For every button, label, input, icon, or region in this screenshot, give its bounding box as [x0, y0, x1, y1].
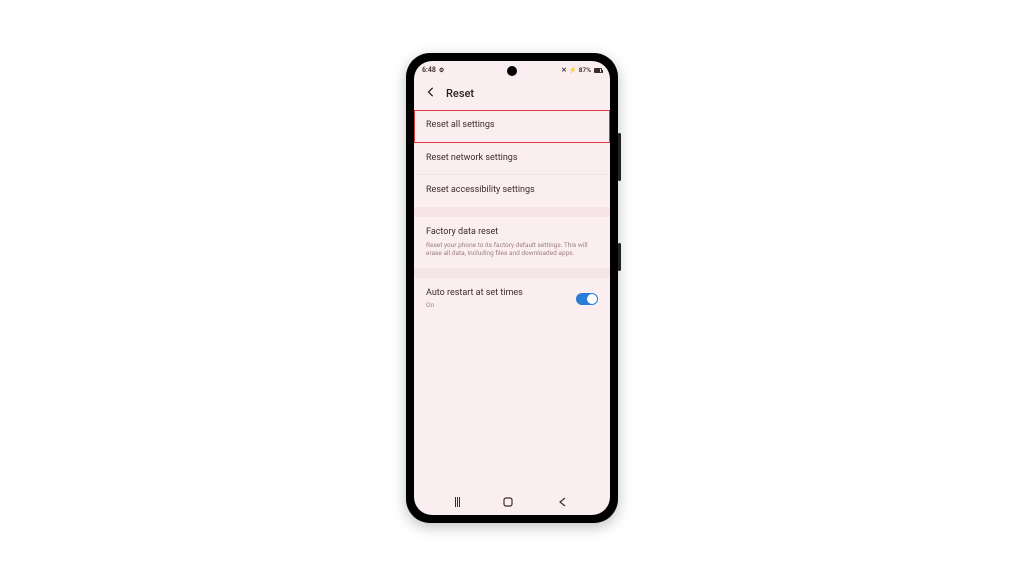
vibrate-icon: ✕ [561, 66, 566, 74]
home-button[interactable] [502, 493, 514, 512]
group-divider [414, 268, 610, 278]
screen-header: Reset [414, 79, 610, 110]
back-icon[interactable] [426, 87, 436, 100]
recents-button[interactable] [455, 497, 460, 507]
reset-network-settings-item[interactable]: Reset network settings [414, 143, 610, 176]
front-camera [507, 66, 517, 76]
power-button [618, 243, 621, 271]
screen: 6:48 ⚙ ✕ ⚡ 87% Reset Reset all settings … [414, 61, 610, 515]
item-label: Reset network settings [426, 153, 518, 163]
battery-icon [594, 68, 602, 73]
clock: 6:48 [422, 66, 436, 74]
item-subtitle: Reset your phone to its factory default … [426, 241, 598, 258]
battery-percent: 87% [579, 66, 591, 74]
auto-restart-item[interactable]: Auto restart at set times On [414, 278, 610, 320]
item-label: Reset all settings [426, 120, 495, 130]
settings-list: Reset all settings Reset network setting… [414, 110, 610, 320]
back-button[interactable] [557, 493, 569, 512]
group-divider [414, 207, 610, 217]
page-title: Reset [446, 87, 474, 100]
nav-bar [414, 491, 610, 515]
charging-icon: ⚡ [569, 66, 577, 74]
reset-all-settings-item[interactable]: Reset all settings [414, 110, 610, 143]
item-label: Auto restart at set times [426, 288, 523, 298]
item-label: Reset accessibility settings [426, 185, 535, 195]
factory-data-reset-item[interactable]: Factory data reset Reset your phone to i… [414, 217, 610, 268]
volume-button [618, 133, 621, 181]
reset-accessibility-settings-item[interactable]: Reset accessibility settings [414, 175, 610, 207]
item-label: Factory data reset [426, 227, 498, 237]
item-state: On [426, 301, 523, 309]
phone-frame: 6:48 ⚙ ✕ ⚡ 87% Reset Reset all settings … [406, 53, 618, 523]
auto-restart-toggle[interactable] [576, 293, 598, 305]
settings-icon: ⚙ [439, 67, 444, 74]
